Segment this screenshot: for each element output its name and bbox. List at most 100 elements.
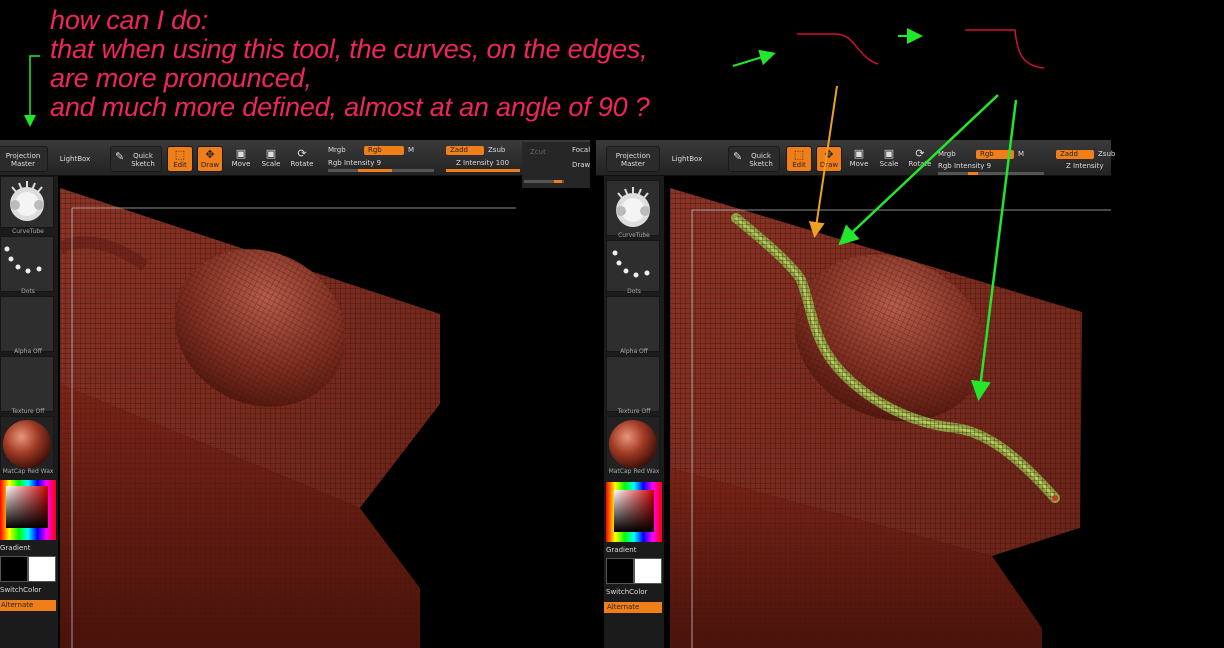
stroke-thumbnail[interactable] [606,240,660,292]
stroke-name: Dots [21,288,35,295]
bracket-arrow [24,55,40,127]
z-intensity-label[interactable]: Z Intensity 100 [456,159,509,167]
brush-name: CurveTube [12,228,44,235]
rgb-intensity-label[interactable]: Rgb Intensity 9 [328,159,381,167]
question-line-4: and much more defined, almost at an angl… [50,92,650,122]
rotate-button[interactable]: ⟳ Rotate [288,146,316,172]
m-toggle[interactable]: M [1018,150,1024,158]
brush-thumbnail[interactable] [0,176,54,228]
alternate-button[interactable]: Alternate [604,602,662,613]
draw-button[interactable]: ✥ Draw [816,146,842,172]
m-toggle[interactable]: M [408,146,414,154]
scale-button[interactable]: ▣ Scale [258,146,284,172]
draw-icon: ✥ [824,148,834,161]
stroke-name: Dots [627,288,641,295]
material-thumbnail[interactable] [606,416,660,472]
edit-button[interactable]: ⬚ Edit [786,146,812,172]
zsub-toggle[interactable]: Zsub [1098,150,1115,158]
scale-icon: ▣ [265,147,277,160]
dots-stroke-icon [612,250,650,278]
switch-color-button[interactable]: SwitchColor [0,586,41,594]
zadd-toggle[interactable]: Zadd [446,146,484,155]
move-button[interactable]: ▣ Move [846,146,872,172]
alpha-thumbnail[interactable] [0,296,54,352]
lightbox-button[interactable]: LightBox [50,146,100,172]
curve-profile-desired [965,29,1045,69]
switch-color-button[interactable]: SwitchColor [606,588,647,596]
quick-sketch-icon: ✎ [733,150,743,163]
focal-shift-label[interactable]: Focal [572,146,590,154]
scale-button[interactable]: ▣ Scale [876,146,902,172]
stroke-thumbnail[interactable] [0,236,54,292]
main-color-swatch[interactable] [606,558,634,584]
quick-sketch-button[interactable]: ✎ Quick Sketch [728,146,780,172]
edit-icon: ⬚ [174,148,186,161]
main-color-swatch[interactable] [0,556,28,582]
matcap-sphere-icon [609,420,657,468]
texture-thumbnail[interactable] [606,356,660,412]
texture-thumbnail[interactable] [0,356,54,412]
top-toolbar: Projection Master LightBox ✎ Quick Sketc… [596,140,1115,176]
edit-icon: ⬚ [793,148,805,161]
quick-sketch-icon: ✎ [115,150,125,163]
zbrush-window-before: Projection Master LightBox ✎ Quick Sketc… [0,140,590,648]
canvas-viewport[interactable] [670,188,1111,648]
edit-button[interactable]: ⬚ Edit [167,146,193,172]
lightbox-button[interactable]: LightBox [662,146,712,172]
z-intensity-label[interactable]: Z Intensity [1066,162,1104,170]
mesh-render-before [60,188,530,648]
scale-icon: ▣ [883,147,895,160]
rgb-toggle[interactable]: Rgb [364,146,404,155]
zsub-toggle[interactable]: Zsub [488,146,505,154]
rotate-button[interactable]: ⟳ Rotate [906,146,934,172]
draw-icon: ✥ [205,148,215,161]
brush-name: CurveTube [618,232,650,239]
question-line-1: how can I do: [50,5,209,35]
gradient-label[interactable]: Gradient [606,546,636,554]
draw-button[interactable]: ✥ Draw [197,146,223,172]
secondary-color-swatch[interactable] [634,558,662,584]
z-intensity-slider[interactable] [446,169,520,172]
draw-size-slider[interactable] [524,180,564,183]
mesh-render-after [670,188,1111,648]
mrgb-toggle[interactable]: Mrgb [328,146,346,154]
color-picker[interactable] [0,480,56,540]
draw-size-label[interactable]: Draw [572,161,590,169]
left-shelf: CurveTube Dots Alpha Off Texture Off Mat… [0,176,58,648]
dots-stroke-icon [4,246,42,274]
zbrush-window-after: Projection Master LightBox ✎ Quick Sketc… [596,140,1115,648]
rgb-intensity-slider[interactable] [328,169,434,172]
question-annotation: how can I do: that when using this tool,… [50,6,650,122]
color-picker[interactable] [606,482,662,542]
top-toolbar: Projection Master LightBox ✎ Quick Sketc… [0,140,590,188]
texture-name: Texture Off [617,408,651,415]
rgb-intensity-label[interactable]: Rgb Intensity 9 [938,162,991,170]
question-line-3: are more pronounced, [50,63,312,93]
arrow-to-sketch-1 [732,49,776,67]
move-icon: ▣ [235,147,247,160]
alpha-thumbnail[interactable] [606,296,660,352]
projection-master-button[interactable]: Projection Master [0,146,48,172]
material-thumbnail[interactable] [0,416,54,472]
curvetube-brush-icon [616,187,650,227]
move-button[interactable]: ▣ Move [228,146,254,172]
brush-thumbnail[interactable] [606,180,660,236]
matcap-sphere-icon [3,420,51,468]
gradient-label[interactable]: Gradient [0,544,30,552]
canvas-viewport[interactable] [60,188,590,648]
rgb-intensity-slider[interactable] [938,172,1044,175]
curve-profile-current [797,33,879,65]
alpha-name: Alpha Off [620,348,648,355]
rgb-toggle[interactable]: Rgb [976,150,1014,159]
quick-sketch-button[interactable]: ✎ Quick Sketch [110,146,162,172]
projection-master-button[interactable]: Projection Master [606,146,660,172]
secondary-color-swatch[interactable] [28,556,56,582]
left-shelf: CurveTube Dots Alpha Off Texture Off Mat… [604,176,664,648]
mrgb-toggle[interactable]: Mrgb [938,150,956,158]
question-line-2: that when using this tool, the curves, o… [50,34,648,64]
material-name: MatCap Red Wax [608,468,660,475]
texture-name: Texture Off [11,408,45,415]
zcut-toggle[interactable]: Zcut [530,148,546,156]
zadd-toggle[interactable]: Zadd [1056,150,1094,159]
alternate-button[interactable]: Alternate [0,600,56,611]
